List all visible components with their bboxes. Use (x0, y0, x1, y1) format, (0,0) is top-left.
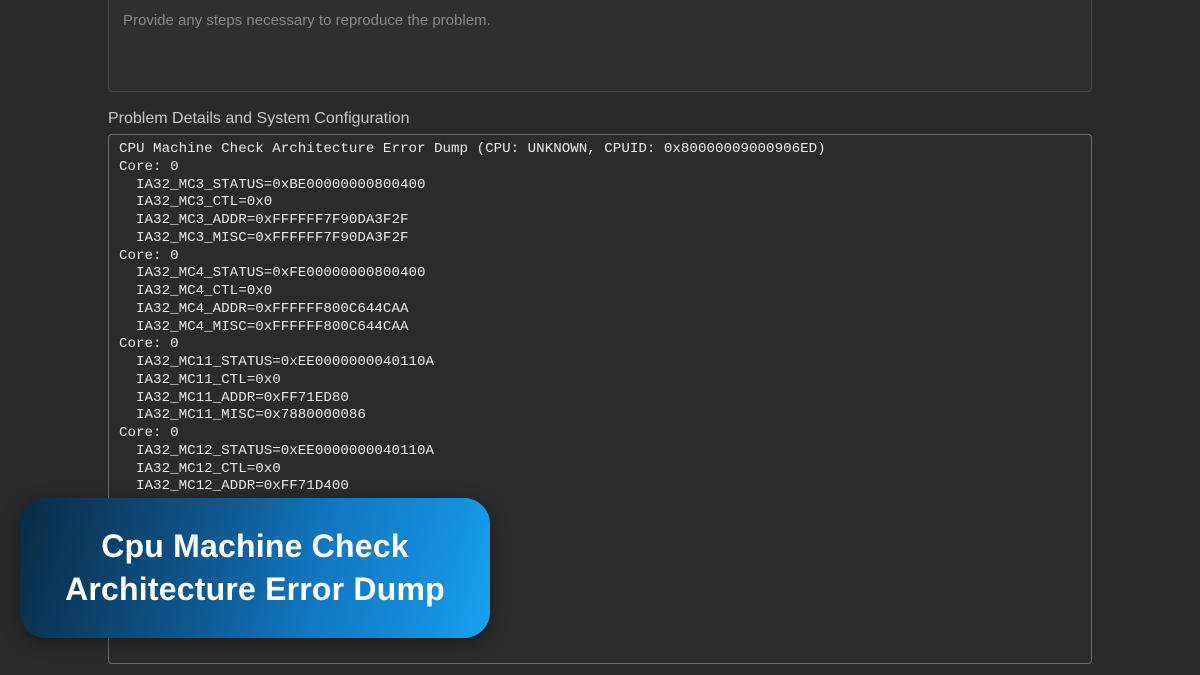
title-callout-badge: Cpu Machine Check Architecture Error Dum… (20, 498, 490, 638)
problem-details-label: Problem Details and System Configuration (108, 110, 1092, 128)
reproduce-steps-textarea[interactable]: Provide any steps necessary to reproduce… (108, 0, 1092, 92)
title-callout-text: Cpu Machine Check Architecture Error Dum… (65, 525, 445, 611)
